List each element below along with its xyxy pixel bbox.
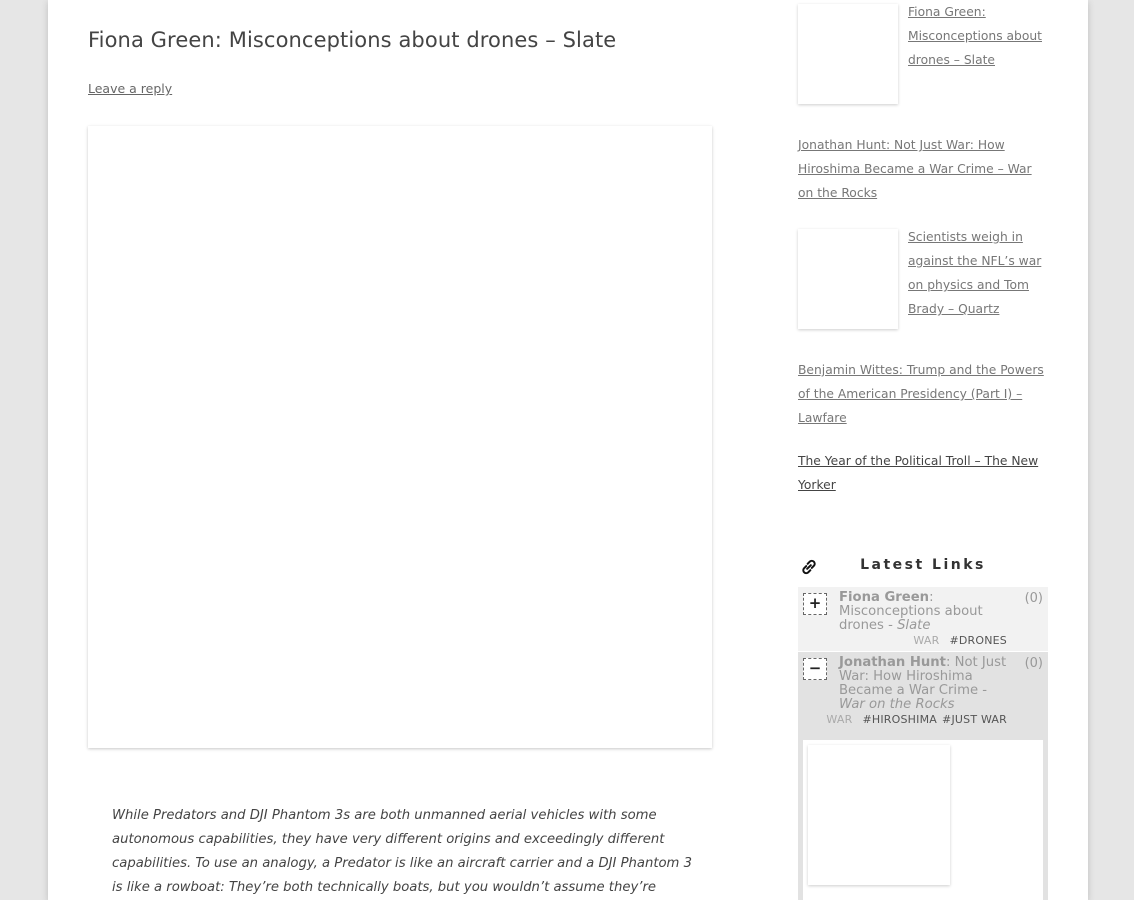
link-source: Slate [897, 618, 931, 633]
latest-links-header: Latest Links [798, 552, 1048, 580]
expand-toggle-button[interactable]: + [803, 593, 827, 615]
related-post-link[interactable]: Fiona Green: Misconceptions about drones… [908, 0, 1048, 72]
post-quote: While Predators and DJI Phantom 3s are b… [112, 808, 692, 895]
collapse-toggle-button[interactable]: − [803, 658, 827, 680]
related-post-link[interactable]: Scientists weigh in against the NFL’s wa… [908, 225, 1043, 321]
link-preview-panel [803, 740, 1043, 900]
category-label[interactable]: WAR [913, 634, 939, 647]
category-label[interactable]: WAR [826, 713, 852, 726]
related-post-link[interactable]: The Year of the Political Troll – The Ne… [798, 449, 1048, 497]
link-tags: WAR #HIROSHIMA #JUST WAR [826, 713, 1007, 726]
page: Fiona Green: Misconceptions about drones… [48, 0, 1088, 900]
latest-link-text[interactable]: Fiona Green: Misconceptions about drones… [839, 591, 1009, 633]
tag-label[interactable]: #DRONES [949, 634, 1007, 647]
related-post-link[interactable]: Benjamin Wittes: Trump and the Powers of… [798, 358, 1048, 430]
link-author: Fiona Green [839, 590, 930, 605]
tag-label[interactable]: #JUST WAR [942, 713, 1007, 726]
related-post-thumbnail[interactable] [798, 4, 898, 104]
tag-label[interactable]: #HIROSHIMA [862, 713, 937, 726]
post-title: Fiona Green: Misconceptions about drones… [88, 28, 617, 52]
related-post-thumbnail[interactable] [798, 229, 898, 329]
related-post-link[interactable]: Jonathan Hunt: Not Just War: How Hiroshi… [798, 133, 1050, 205]
embedded-media-frame[interactable] [88, 126, 712, 748]
link-preview-thumbnail[interactable] [808, 745, 950, 885]
comment-count: (0) [1024, 591, 1043, 606]
link-tags: WAR #DRONES [913, 634, 1007, 647]
latest-link-text[interactable]: Jonathan Hunt: Not Just War: How Hiroshi… [839, 656, 1009, 712]
latest-link-item[interactable]: + Fiona Green: Misconceptions about dron… [798, 587, 1048, 651]
comment-count: (0) [1024, 656, 1043, 671]
leave-reply-link[interactable]: Leave a reply [88, 81, 172, 96]
link-source: War on the Rocks [839, 697, 955, 712]
latest-links-title: Latest Links [860, 557, 986, 573]
link-author: Jonathan Hunt [839, 655, 946, 670]
